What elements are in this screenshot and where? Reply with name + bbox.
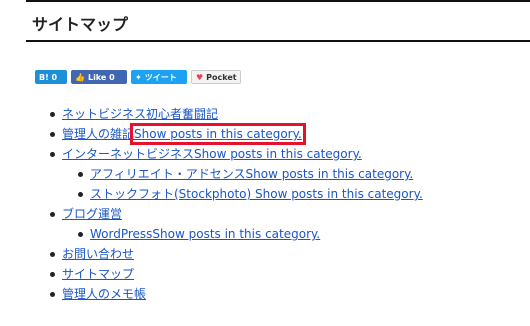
category-link-wordpress[interactable]: WordPressShow posts in this category. [90, 227, 320, 241]
bullet-icon [50, 112, 55, 117]
bullet-icon [50, 132, 55, 137]
list-item: ネットビジネス初心者奮闘記 [50, 104, 423, 124]
page-title: サイトマップ [32, 15, 129, 34]
list-item: インターネットビジネスShow posts in this category. [50, 144, 423, 164]
hatena-bookmark-button[interactable]: B! 0 [35, 70, 67, 84]
top-rule [26, 0, 530, 2]
list-item: アフィリエイト・アドセンスShow posts in this category… [50, 164, 423, 184]
list-item: ストックフォト(Stockphoto) Show posts in this c… [50, 184, 423, 204]
facebook-like-button[interactable]: 👍 Like 0 [71, 70, 127, 84]
pocket-button[interactable]: ♥ Pocket [191, 70, 241, 84]
category-link-affiliate[interactable]: アフィリエイト・アドセンスShow posts in this category… [90, 167, 413, 181]
twitter-bird-icon: ✦ [135, 72, 142, 82]
page-link-memo[interactable]: 管理人のメモ帳 [62, 287, 146, 301]
hatena-label: B! 0 [39, 72, 58, 82]
bullet-icon [78, 192, 83, 197]
bullet-icon [50, 152, 55, 157]
list-item: WordPressShow posts in this category. [50, 224, 423, 244]
bullet-icon [50, 272, 55, 277]
tweet-button[interactable]: ✦ ツイート [131, 70, 187, 84]
list-item: お問い合わせ [50, 244, 423, 264]
bullet-icon [78, 172, 83, 177]
list-item: サイトマップ [50, 264, 423, 284]
sitemap-list: ネットビジネス初心者奮闘記 管理人の雑記Show posts in this c… [50, 104, 423, 304]
show-posts-link-highlighted[interactable]: Show posts in this category. [130, 123, 306, 145]
bullet-icon [78, 232, 83, 237]
bullet-icon [50, 212, 55, 217]
category-link-beginner[interactable]: ネットビジネス初心者奮闘記 [62, 107, 218, 121]
bullet-icon [50, 252, 55, 257]
list-item: 管理人の雑記Show posts in this category. [50, 123, 423, 145]
tweet-label: ツイート [144, 72, 177, 82]
bullet-icon [50, 292, 55, 297]
pocket-label: Pocket [206, 72, 237, 82]
page-link-sitemap[interactable]: サイトマップ [62, 267, 134, 281]
page-link-contact[interactable]: お問い合わせ [62, 247, 134, 261]
thumbs-up-icon: 👍 [75, 72, 85, 82]
like-label: Like 0 [87, 72, 115, 82]
category-link-stockphoto[interactable]: ストックフォト(Stockphoto) Show posts in this c… [90, 187, 423, 201]
share-buttons: B! 0 👍 Like 0 ✦ ツイート ♥ Pocket [35, 70, 241, 84]
pocket-icon: ♥ [196, 72, 204, 82]
list-item: ブログ運営 [50, 204, 423, 224]
list-item: 管理人のメモ帳 [50, 284, 423, 304]
category-link-notes[interactable]: 管理人の雑記 [62, 127, 134, 141]
category-link-blog[interactable]: ブログ運営 [62, 207, 122, 221]
title-rule [26, 40, 530, 42]
category-link-internet-business[interactable]: インターネットビジネスShow posts in this category. [62, 147, 362, 161]
